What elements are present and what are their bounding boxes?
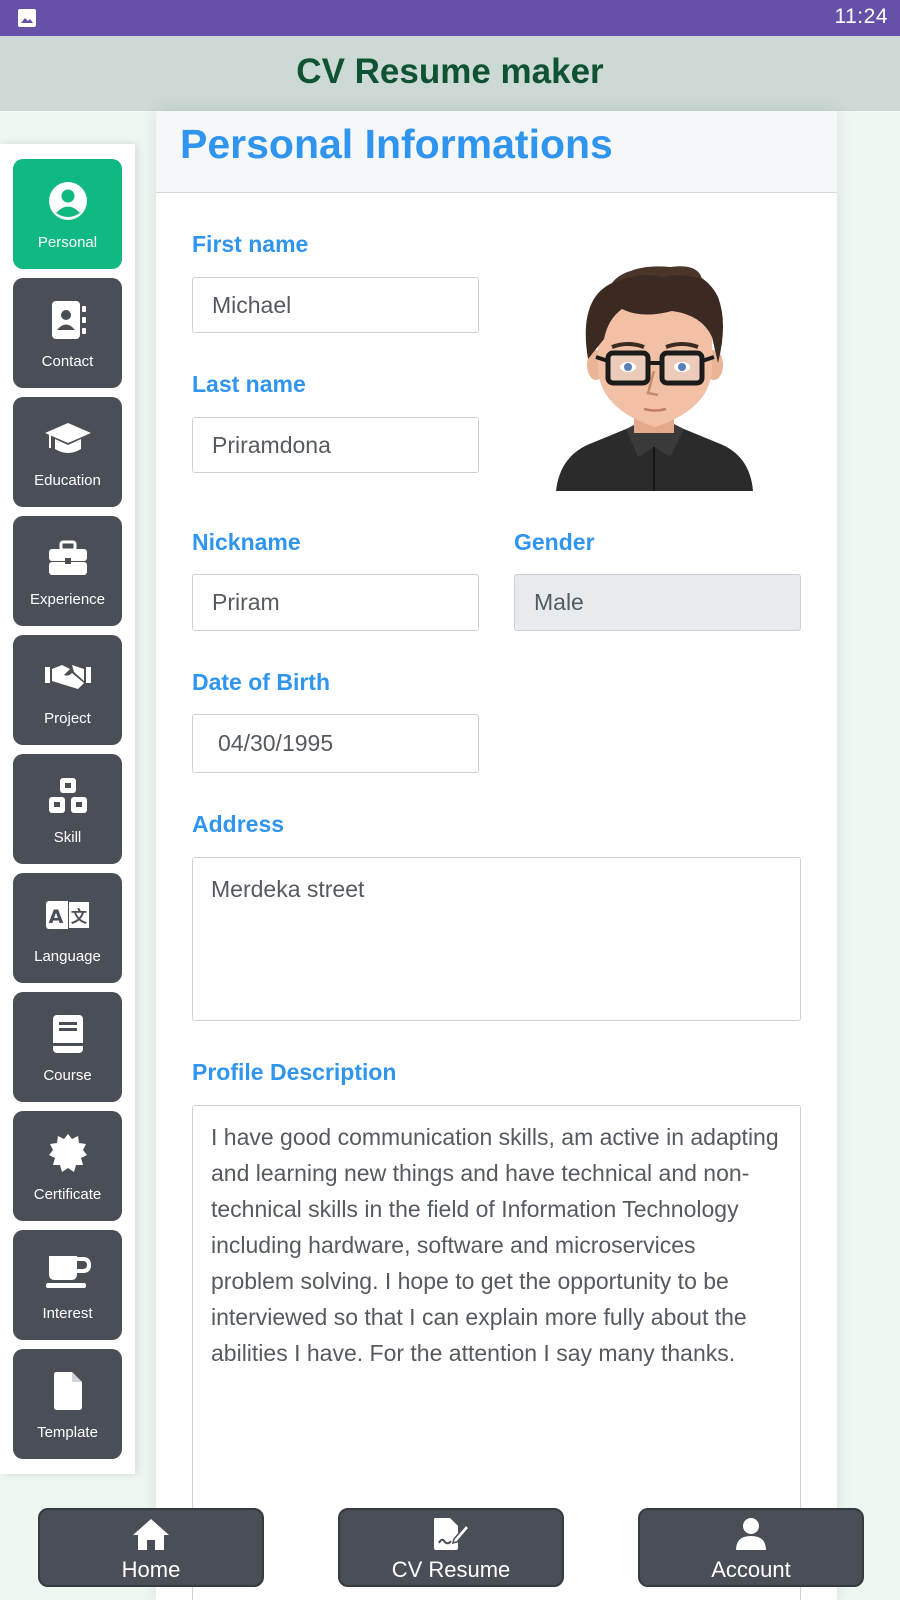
sidebar-item-label: Course xyxy=(43,1067,92,1084)
status-time: 11:24 xyxy=(834,5,888,28)
dob-label: Date of Birth xyxy=(192,669,330,695)
home-icon xyxy=(40,1514,262,1554)
svg-text:文: 文 xyxy=(70,907,87,926)
sidebar-item-template[interactable]: Template xyxy=(13,1349,122,1459)
sidebar-item-language[interactable]: A文 Language xyxy=(13,873,122,983)
briefcase-icon xyxy=(13,538,122,578)
sidebar-item-label: Language xyxy=(34,948,101,965)
sidebar-item-label: Education xyxy=(34,472,101,489)
address-label: Address xyxy=(192,811,285,837)
sidebar-item-experience[interactable]: Experience xyxy=(13,516,122,626)
coffee-cup-icon xyxy=(13,1252,122,1292)
sidebar-item-label: Contact xyxy=(41,353,94,370)
nickname-field[interactable]: Priram xyxy=(192,574,479,631)
account-button[interactable]: Account xyxy=(638,1508,864,1587)
user-circle-icon xyxy=(13,181,122,221)
sidebar-item-label: Certificate xyxy=(33,1186,102,1203)
profile-description-label: Profile Description xyxy=(192,1059,397,1085)
card-header: Personal Informations xyxy=(156,111,837,193)
first-name-label: First name xyxy=(192,231,309,257)
svg-text:A: A xyxy=(48,906,63,928)
file-icon xyxy=(13,1371,122,1411)
sidebar-item-label: Interest xyxy=(42,1305,93,1322)
nickname-label: Nickname xyxy=(192,529,301,555)
sidebar-item-label: Skill xyxy=(53,829,82,846)
sidebar-item-label: Personal xyxy=(37,234,98,251)
status-bar: 11:24 xyxy=(0,0,900,36)
sidebar-item-education[interactable]: Education xyxy=(13,397,122,507)
sidebar: Personal Contact Education Experience Pr… xyxy=(0,144,135,1474)
home-label: Home xyxy=(121,1557,181,1582)
gender-select[interactable]: Male xyxy=(514,574,801,631)
sidebar-item-personal[interactable]: Personal xyxy=(13,159,122,269)
sidebar-item-course[interactable]: Course xyxy=(13,992,122,1102)
user-icon xyxy=(640,1514,862,1554)
app-bar: CV Resume maker xyxy=(0,36,900,111)
sidebar-item-interest[interactable]: Interest xyxy=(13,1230,122,1340)
address-field[interactable]: Merdeka street xyxy=(192,857,801,1021)
cv-resume-label: CV Resume xyxy=(391,1557,511,1582)
app-title: CV Resume maker xyxy=(296,52,604,91)
home-button[interactable]: Home xyxy=(38,1508,264,1587)
file-signature-icon xyxy=(340,1514,562,1554)
sidebar-item-label: Project xyxy=(44,710,91,727)
avatar[interactable] xyxy=(552,259,757,491)
sidebar-item-label: Experience xyxy=(29,591,106,608)
account-label: Account xyxy=(711,1557,791,1582)
last-name-field[interactable]: Priramdona xyxy=(192,417,479,473)
certificate-icon xyxy=(13,1133,122,1173)
cubes-icon xyxy=(13,776,122,816)
sidebar-item-certificate[interactable]: Certificate xyxy=(13,1111,122,1221)
image-icon xyxy=(18,9,36,27)
gender-label: Gender xyxy=(514,529,595,555)
sidebar-item-project[interactable]: Project xyxy=(13,635,122,745)
last-name-label: Last name xyxy=(192,371,306,397)
cv-resume-button[interactable]: CV Resume xyxy=(338,1508,564,1587)
handshake-icon xyxy=(13,657,122,697)
personal-info-card: Personal Informations First name Michael… xyxy=(156,111,837,1600)
book-icon xyxy=(13,1014,122,1054)
dob-field[interactable]: 04/30/1995 xyxy=(192,714,479,773)
first-name-field[interactable]: Michael xyxy=(192,277,479,333)
sidebar-item-contact[interactable]: Contact xyxy=(13,278,122,388)
address-book-icon xyxy=(13,300,122,340)
sidebar-item-skill[interactable]: Skill xyxy=(13,754,122,864)
sidebar-item-label: Template xyxy=(37,1424,98,1441)
page-title: Personal Informations xyxy=(180,121,613,167)
language-icon: A文 xyxy=(13,895,122,935)
graduation-cap-icon xyxy=(13,419,122,459)
